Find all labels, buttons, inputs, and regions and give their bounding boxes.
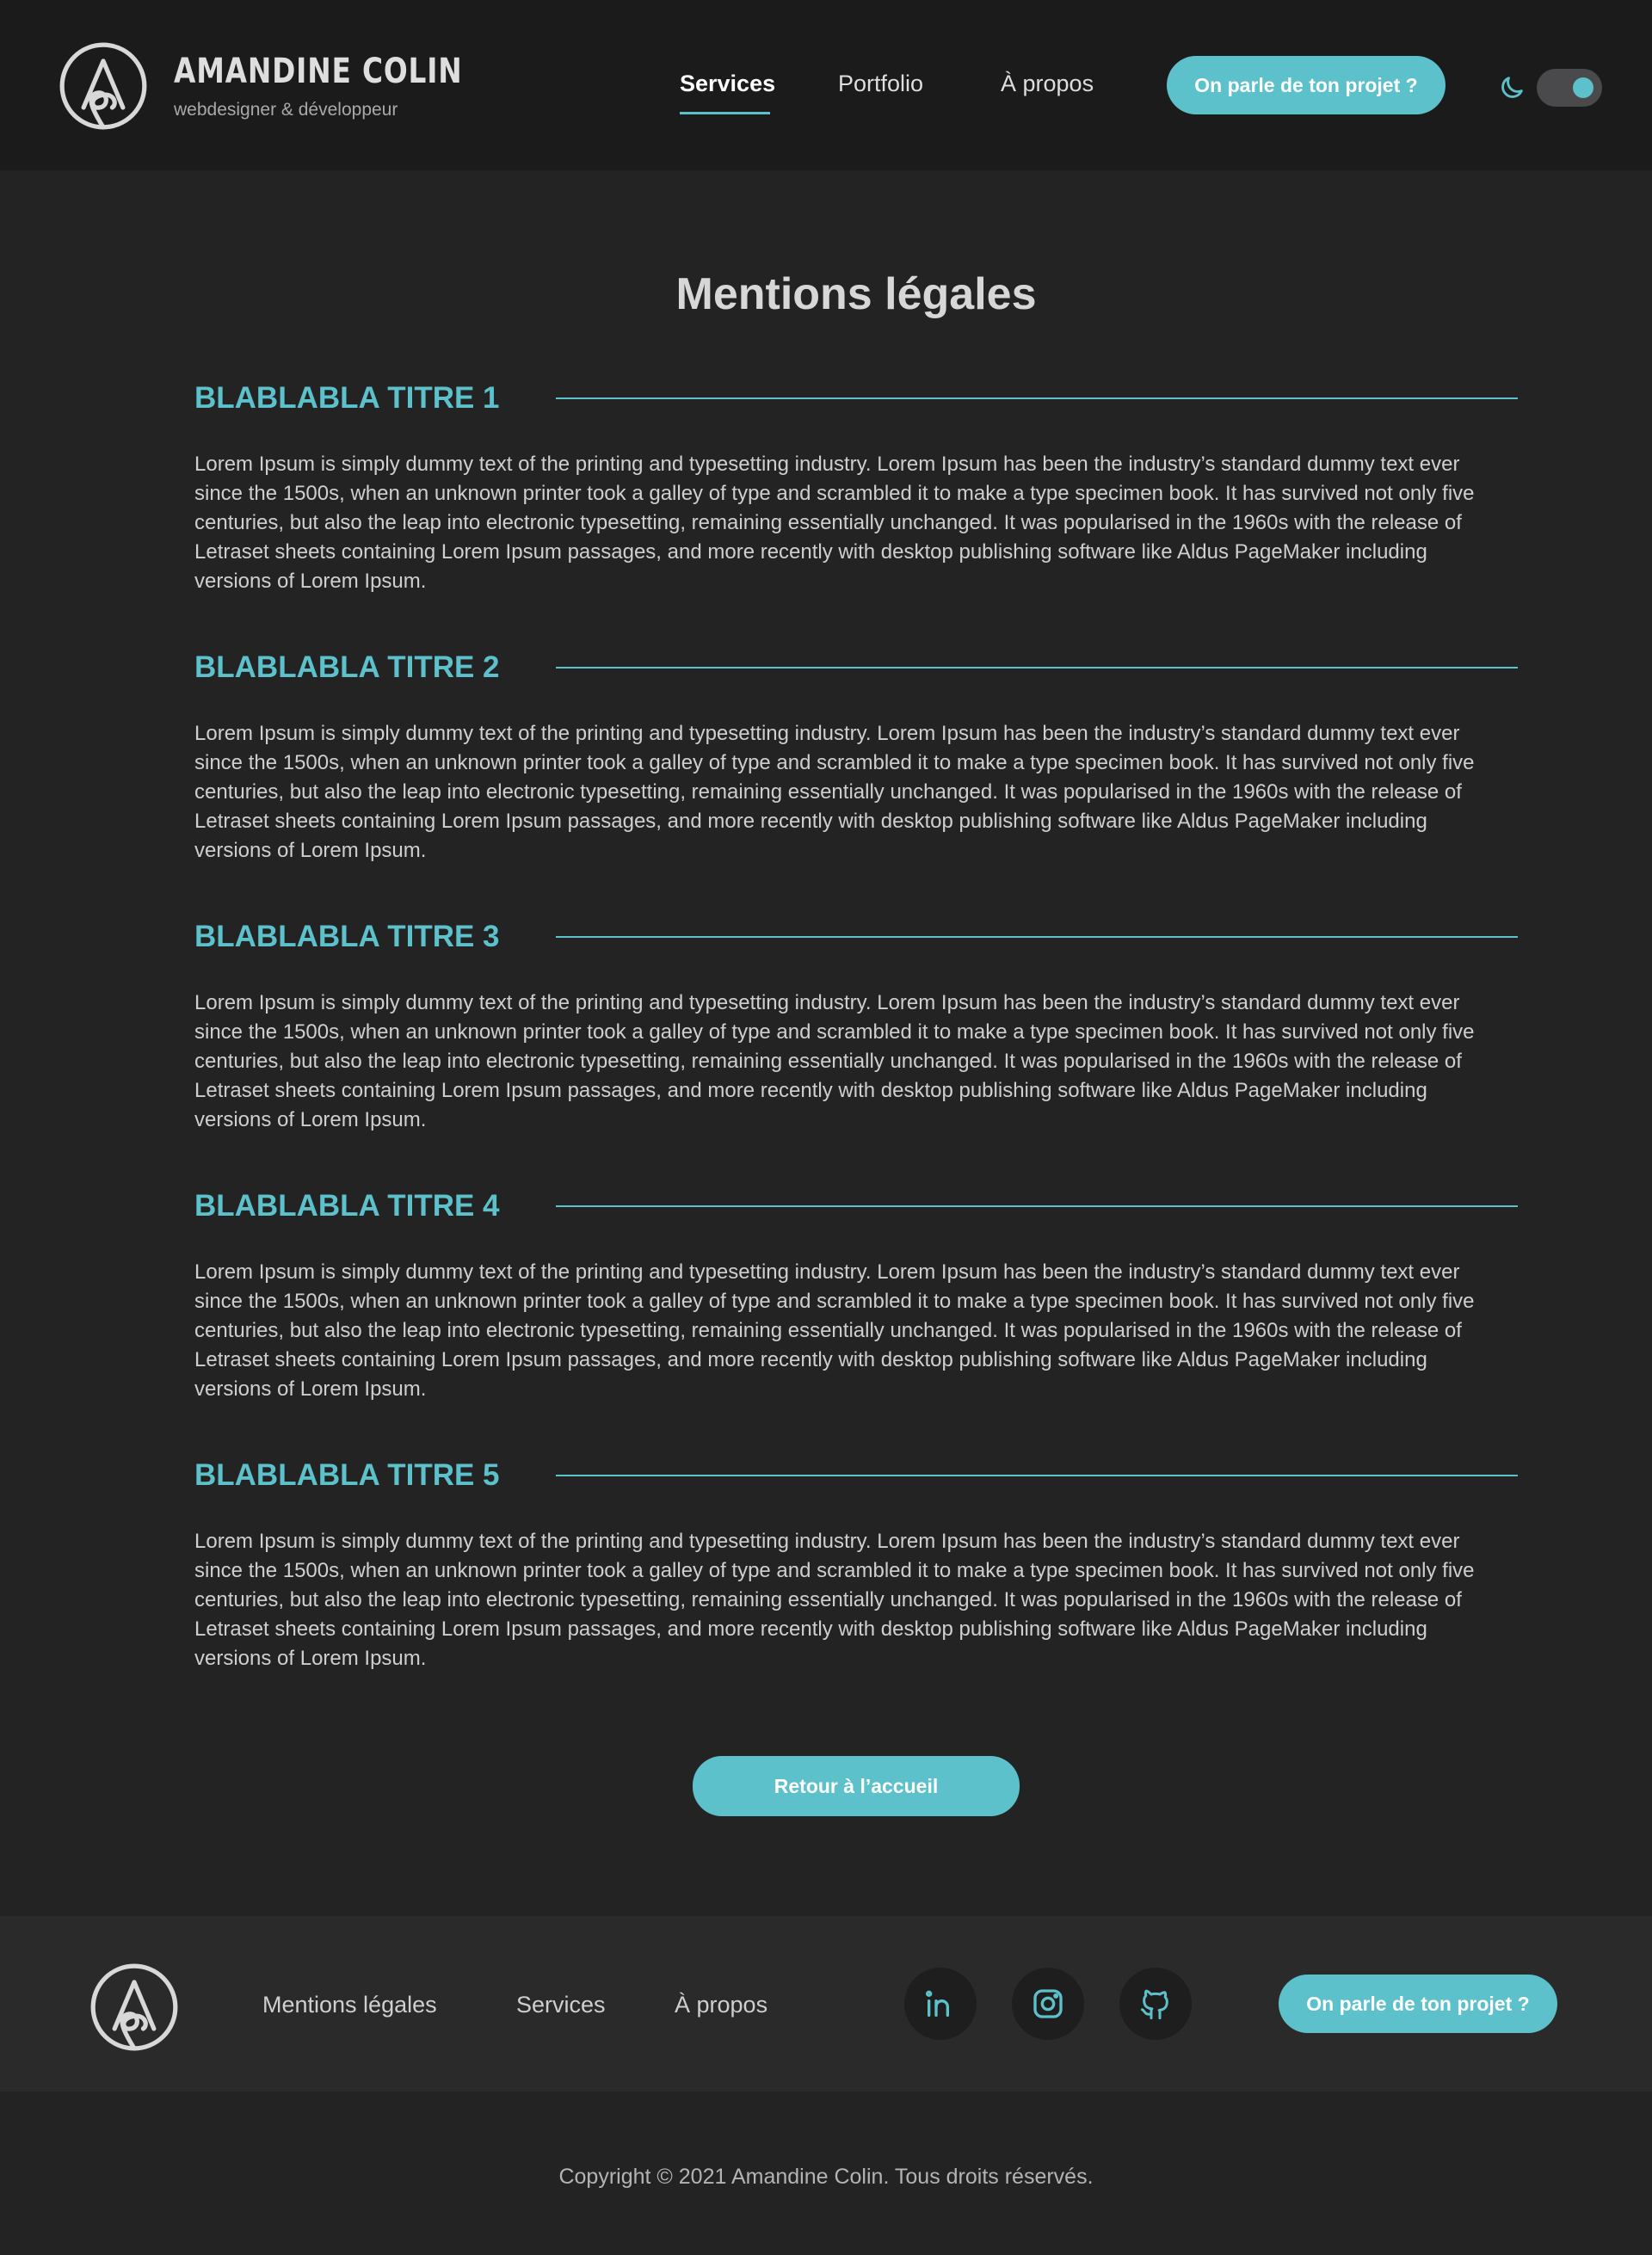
nav-active-indicator (680, 112, 770, 114)
header-cta-button[interactable]: On parle de ton projet ? (1167, 56, 1446, 114)
github-icon (1141, 1989, 1168, 2020)
page-title: Mentions légales (675, 269, 1037, 319)
section-body: Lorem Ipsum is simply dummy text of the … (194, 1260, 1475, 1401)
section-heading: BLABLABLA TITRE 4 (194, 1189, 500, 1223)
brand-tagline: webdesigner & développeur (174, 100, 398, 120)
section-body: Lorem Ipsum is simply dummy text of the … (194, 722, 1475, 862)
logo-icon[interactable] (89, 1962, 179, 2052)
nav-item-services[interactable]: Services (680, 71, 775, 97)
section-divider (556, 667, 1518, 668)
site-footer: Mentions légales Services À propos On pa… (0, 1916, 1652, 2092)
instagram-icon (1033, 1989, 1063, 2018)
site-header: AMANDINE COLIN webdesigner & développeur… (0, 0, 1652, 170)
section-divider (556, 936, 1518, 938)
section-heading: BLABLABLA TITRE 5 (194, 1458, 500, 1492)
copyright-text: Copyright © 2021 Amandine Colin. Tous dr… (558, 2165, 1094, 2189)
instagram-button[interactable] (1012, 1968, 1084, 2040)
section-heading: BLABLABLA TITRE 3 (194, 920, 500, 953)
footer-cta-button[interactable]: On parle de ton projet ? (1279, 1975, 1557, 2033)
logo-icon[interactable] (59, 41, 148, 131)
section-divider (556, 397, 1518, 399)
toggle-knob (1573, 77, 1593, 98)
github-button[interactable] (1119, 1968, 1192, 2040)
footer-link-services[interactable]: Services (516, 1992, 606, 2018)
linkedin-icon (925, 1990, 949, 2017)
nav-item-a-propos[interactable]: À propos (1001, 71, 1094, 97)
footer-link-a-propos[interactable]: À propos (675, 1992, 767, 2018)
section-body: Lorem Ipsum is simply dummy text of the … (194, 1530, 1475, 1670)
brand-name: AMANDINE COLIN (174, 52, 463, 91)
nav-item-portfolio[interactable]: Portfolio (838, 71, 923, 97)
section-divider (556, 1475, 1518, 1476)
footer-link-mentions-legales[interactable]: Mentions légales (262, 1992, 437, 2018)
section-heading: BLABLABLA TITRE 2 (194, 650, 500, 684)
section-divider (556, 1205, 1518, 1207)
moon-icon (1501, 77, 1523, 98)
linkedin-button[interactable] (904, 1968, 977, 2040)
section-body: Lorem Ipsum is simply dummy text of the … (194, 453, 1475, 593)
section-heading: BLABLABLA TITRE 1 (194, 381, 500, 415)
section-body: Lorem Ipsum is simply dummy text of the … (194, 991, 1475, 1131)
theme-toggle[interactable] (1537, 69, 1602, 107)
back-home-button[interactable]: Retour à l’accueil (693, 1756, 1020, 1816)
